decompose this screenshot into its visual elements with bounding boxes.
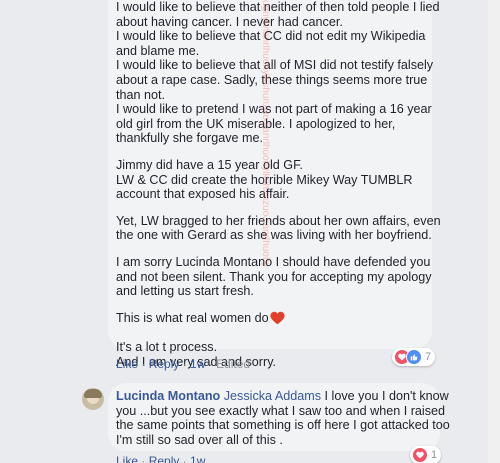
edited-label: Edited (216, 357, 251, 371)
like-icon (406, 349, 422, 365)
love-icon (412, 447, 428, 463)
comment-line: you ...but you see exactly what I saw to… (116, 403, 446, 418)
reaction-summary[interactable]: 7 (392, 348, 436, 366)
timestamp-link[interactable]: 1w (190, 357, 205, 371)
watermark: ugnylvlanrlhuohylkshunzuoJianrlhuohylksh… (260, 0, 270, 268)
comment-line-text: This is what real women do (116, 310, 269, 325)
separator: · (179, 454, 191, 463)
scrollbar-track[interactable] (488, 0, 500, 463)
like-link[interactable]: Like (116, 454, 138, 463)
comment-line: Lucinda Montano Jessicka Addams I love y… (116, 389, 449, 404)
comment-bubble: I would like to believe that neither of … (108, 0, 441, 369)
reaction-count: 7 (425, 351, 432, 363)
reply-link[interactable]: Reply (149, 357, 180, 371)
reaction-summary[interactable]: 1 (410, 446, 442, 463)
author-name[interactable]: Lucinda Montano (116, 389, 220, 403)
heart-emoji-icon (270, 311, 285, 329)
separator: · (138, 454, 149, 463)
comment-line: the same points that something is off he… (116, 418, 450, 433)
reply-bubble: Lucinda Montano Jessicka Addams I love y… (108, 383, 450, 451)
like-link[interactable]: Like (116, 357, 138, 371)
separator: · (179, 357, 191, 371)
reply-link[interactable]: Reply (149, 454, 180, 463)
comment-actions: Like · Reply · 1w · Edited (116, 357, 250, 371)
comment-thread: I would like to believe that neither of … (0, 0, 500, 463)
mention-link[interactable]: Jessicka Addams (224, 389, 321, 403)
reaction-count: 1 (431, 449, 438, 461)
comment-actions: Like · Reply · 1w (116, 454, 205, 463)
separator: · (138, 357, 149, 371)
separator: · (205, 357, 217, 371)
timestamp-link[interactable]: 1w (190, 454, 205, 463)
comment-line-text: I love you I don't know (321, 389, 449, 403)
avatar-hair (84, 389, 102, 398)
comment-line: I'm still so sad over all of this . (116, 432, 283, 447)
avatar[interactable] (82, 388, 104, 410)
